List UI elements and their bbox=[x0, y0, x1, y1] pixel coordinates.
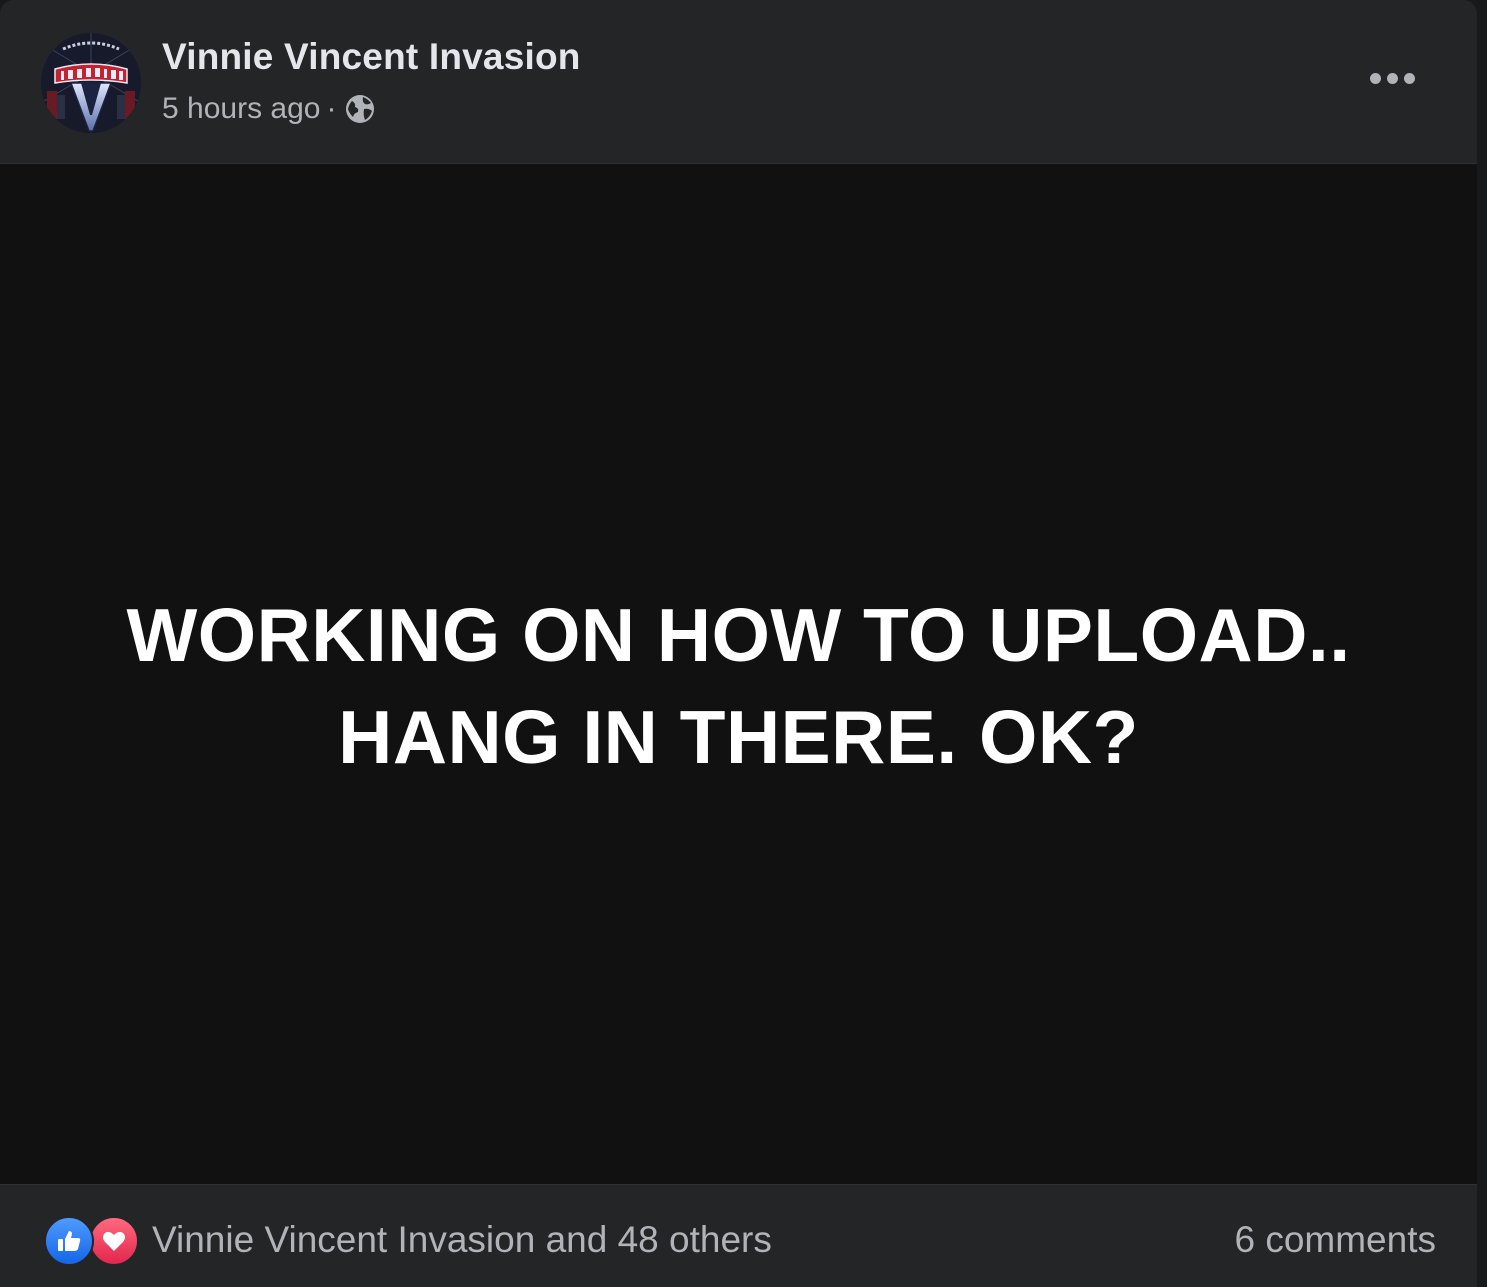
love-icon bbox=[89, 1216, 139, 1266]
globe-icon[interactable] bbox=[344, 93, 376, 125]
meta-separator: · bbox=[326, 92, 337, 125]
page-background-edge bbox=[1477, 0, 1487, 1287]
reactions-summary[interactable]: Vinnie Vincent Invasion and 48 others bbox=[152, 1219, 772, 1261]
media-text-line-2: HANG IN THERE. OK? bbox=[338, 695, 1139, 779]
post-header: Vinnie Vincent Invasion 5 hours ago · bbox=[0, 0, 1477, 163]
post-timestamp[interactable]: 5 hours ago bbox=[162, 92, 320, 126]
more-options-icon[interactable] bbox=[1354, 52, 1430, 104]
reaction-icons[interactable] bbox=[44, 1216, 140, 1266]
more-dot bbox=[1403, 72, 1415, 84]
post-footer: Vinnie Vincent Invasion and 48 others 6 … bbox=[0, 1185, 1477, 1287]
post-author-name[interactable]: Vinnie Vincent Invasion bbox=[162, 36, 581, 78]
media-text: WORKING ON HOW TO UPLOAD.. HANG IN THERE… bbox=[0, 584, 1477, 788]
post-media[interactable]: WORKING ON HOW TO UPLOAD.. HANG IN THERE… bbox=[0, 163, 1477, 1185]
page-avatar[interactable] bbox=[41, 33, 141, 133]
like-icon bbox=[44, 1216, 94, 1266]
more-dot bbox=[1386, 72, 1398, 84]
invasion-logo-image bbox=[41, 33, 141, 133]
post-meta: 5 hours ago · bbox=[162, 90, 376, 128]
more-dot bbox=[1369, 72, 1381, 84]
post-card: Vinnie Vincent Invasion 5 hours ago · WO… bbox=[0, 0, 1477, 1287]
comments-count[interactable]: 6 comments bbox=[1234, 1219, 1436, 1261]
media-text-line-1: WORKING ON HOW TO UPLOAD.. bbox=[126, 593, 1351, 677]
